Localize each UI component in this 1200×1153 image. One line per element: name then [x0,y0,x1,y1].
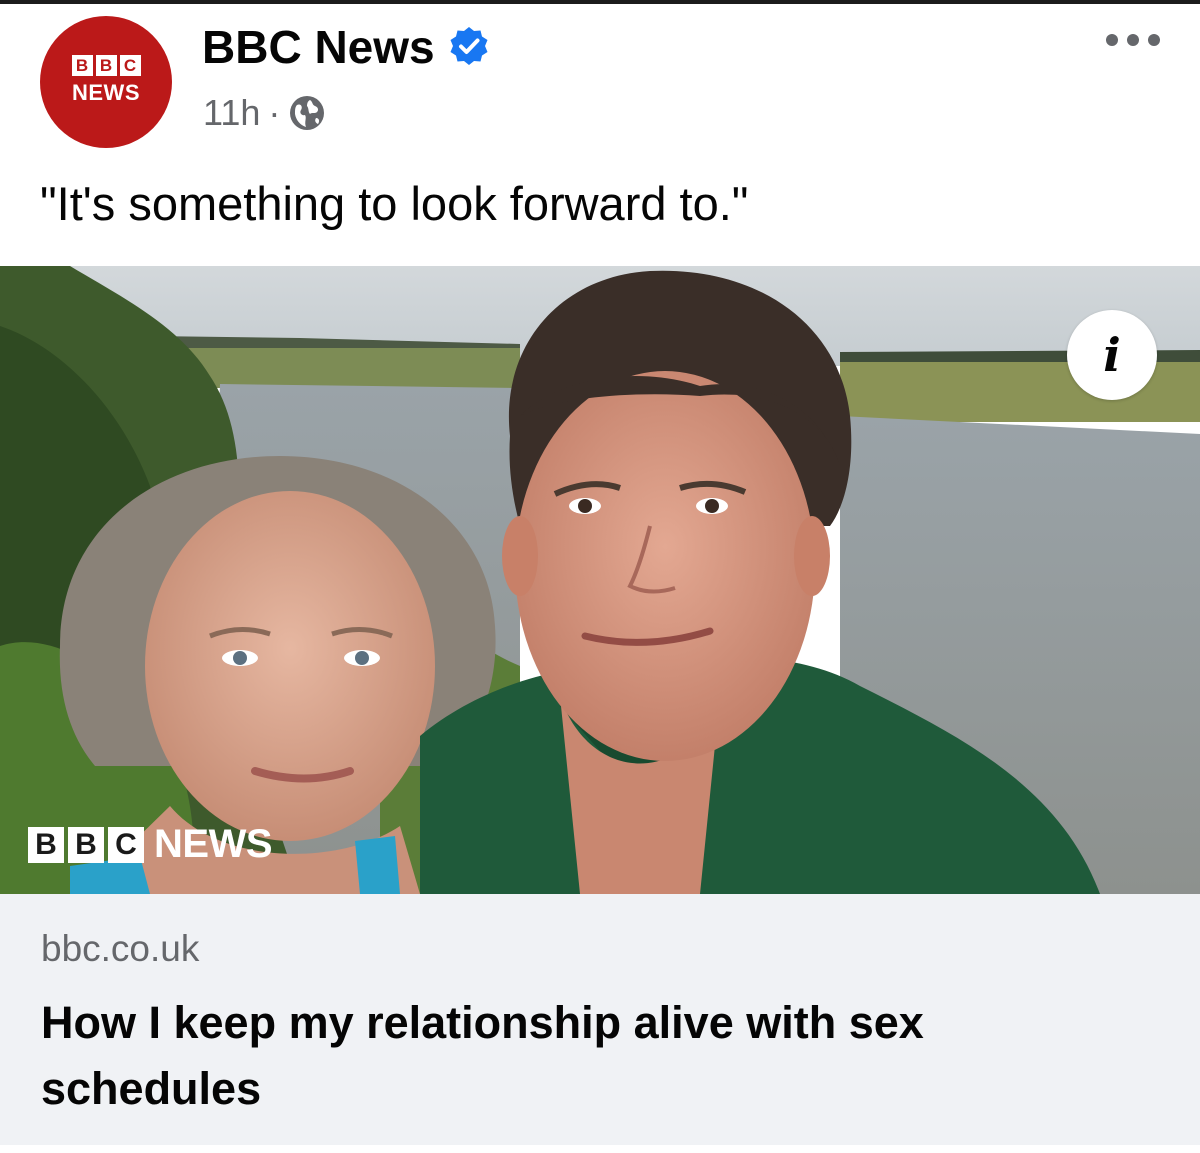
page-name-row: BBC News [202,20,491,74]
link-title[interactable]: How I keep my relationship alive with se… [41,990,1001,1122]
avatar-block: C [119,54,141,76]
more-options-icon [1148,34,1160,46]
info-icon: i [1103,328,1121,382]
page-avatar[interactable]: B B C NEWS [40,16,172,148]
watermark-block: B [28,826,64,863]
avatar-block: B [95,54,117,76]
watermark-news-label: NEWS [154,822,273,866]
watermark-block: B [68,826,104,863]
info-button[interactable]: i [1067,310,1157,400]
more-options-icon [1106,34,1118,46]
verified-badge-icon [450,27,488,65]
avatar-block: B [71,54,93,76]
post-timestamp[interactable]: 11h [203,92,260,134]
meta-separator: · [268,92,281,133]
more-options-icon [1127,34,1139,46]
bbc-news-watermark: B B C NEWS [28,822,273,867]
page-name[interactable]: BBC News [202,20,435,74]
globe-icon [290,96,325,130]
more-options-button[interactable] [1098,22,1168,58]
top-divider [0,0,1200,4]
link-domain: bbc.co.uk [41,928,200,969]
photo-illustration [0,266,1200,894]
avatar-bbc-blocks: B B C [71,54,141,76]
post-meta: 11h · [203,92,326,134]
post-image[interactable] [0,266,1200,894]
avatar-news-label: NEWS [72,79,140,105]
watermark-block: C [108,826,144,863]
link-preview-card[interactable]: bbc.co.uk How I keep my relationship ali… [0,894,1200,1145]
post-caption: "It's something to look forward to." [40,177,749,230]
